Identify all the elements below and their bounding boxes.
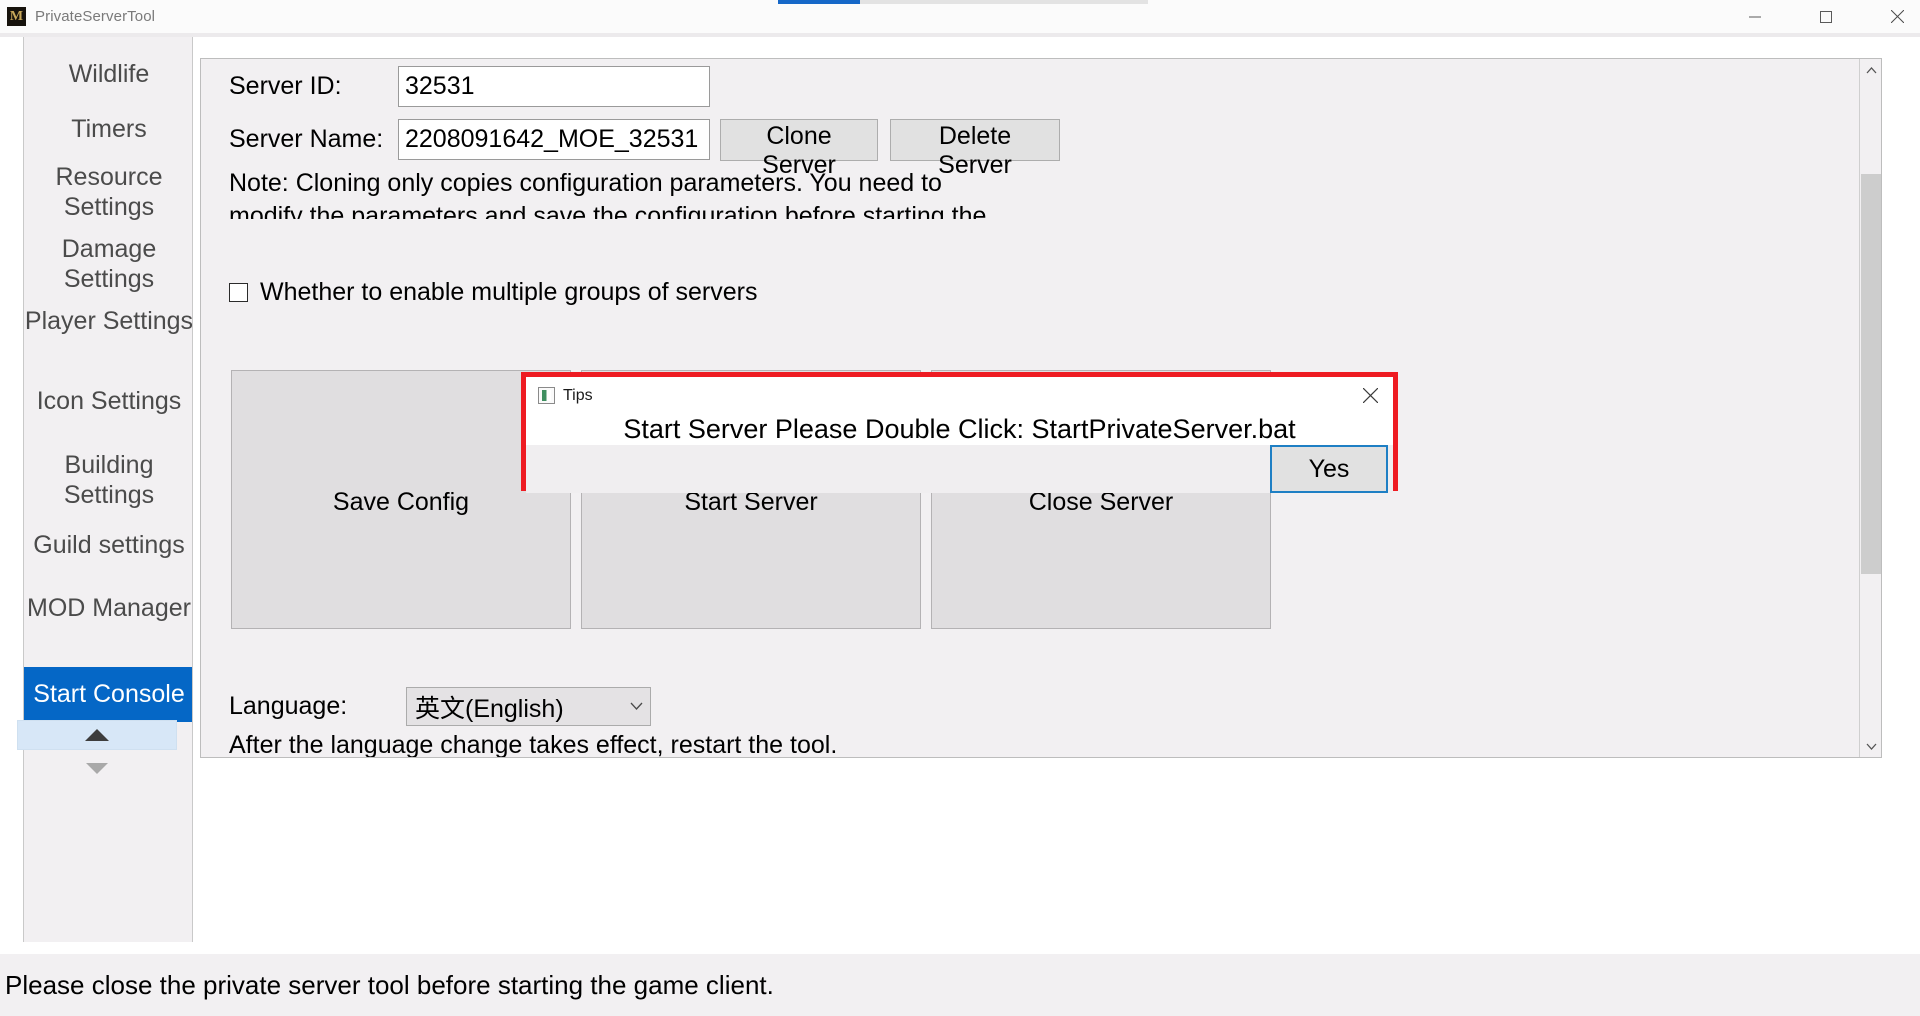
chevron-down-icon [622,698,650,715]
sidebar-scroll-down-button[interactable] [17,753,177,783]
dialog-message: Start Server Please Double Click: StartP… [623,414,1296,444]
multi-group-checkbox-label: Whether to enable multiple groups of ser… [260,278,758,306]
minimize-button[interactable] [1732,0,1778,33]
clone-server-button[interactable]: Clone Server [720,119,878,179]
sidebar-item-building-settings[interactable]: Building Settings [24,451,192,510]
tips-dialog-highlight-border: Tips Start Server Please Double Click: S… [521,372,1398,493]
language-selected-value: 英文(English) [415,694,564,723]
dialog-close-button[interactable] [1347,377,1393,414]
sidebar-item-label: Timers [71,115,147,143]
sidebar-item-label: Icon Settings [36,387,182,415]
delete-server-button[interactable]: Delete Server [890,119,1060,179]
close-window-button[interactable] [1874,0,1920,33]
content-vertical-scrollbar[interactable] [1859,59,1881,757]
triangle-up-icon [85,729,109,741]
sidebar-item-label: MOD Manager [27,594,191,622]
status-bar: Please close the private server tool bef… [0,954,1920,1016]
chevron-down-icon [1866,743,1876,750]
chevron-up-icon [1866,66,1876,73]
sidebar-scroll-up-button[interactable] [17,720,177,750]
dialog-title: Tips [563,386,593,404]
scrollbar-down-button[interactable] [1860,735,1881,757]
triangle-down-icon [86,762,108,774]
multi-group-checkbox-row[interactable]: Whether to enable multiple groups of ser… [229,278,757,307]
sidebar-nav: Wildlife Timers Resource Settings Damage… [23,37,193,942]
scrollbar-up-button[interactable] [1860,59,1881,81]
sidebar-item-resource-settings[interactable]: Resource Settings [24,163,192,222]
sidebar-item-label: Wildlife [68,60,150,88]
multi-group-checkbox[interactable] [229,283,248,302]
sidebar-item-label: Building Settings [63,451,155,509]
language-label: Language: [229,692,348,720]
window-title: PrivateServerTool [35,8,156,25]
sidebar-item-wildlife[interactable]: Wildlife [24,60,192,90]
app-logo-icon: M [7,7,26,26]
dialog-app-icon [538,387,555,404]
sidebar-item-start-console[interactable]: Start Console [24,667,192,722]
sidebar-item-label: Player Settings [24,307,193,335]
server-name-label: Server Name: [229,125,384,153]
language-hint-text: After the language change takes effect, … [229,731,838,757]
sidebar-item-guild-settings[interactable]: Guild settings [24,531,192,561]
dialog-footer: Yes [526,445,1393,493]
server-id-label: Server ID: [229,72,342,100]
server-id-input[interactable] [398,66,710,107]
titlebar-separator [0,33,1920,37]
maximize-button[interactable] [1803,0,1849,33]
sidebar-item-label: Damage Settings [61,235,157,293]
active-tab-indicator [778,0,860,4]
dialog-yes-button[interactable]: Yes [1270,445,1388,493]
sidebar-item-mod-manager[interactable]: MOD Manager [24,594,192,624]
sidebar-item-damage-settings[interactable]: Damage Settings [24,235,192,294]
close-icon [1362,388,1378,403]
scrollbar-thumb[interactable] [1861,174,1881,574]
tips-dialog: Tips Start Server Please Double Click: S… [526,377,1393,493]
dialog-body: Start Server Please Double Click: StartP… [526,414,1393,445]
maximize-icon [1820,10,1832,23]
save-config-button[interactable]: Save Config [231,370,571,629]
sidebar-item-label: Guild settings [33,531,185,559]
sidebar-item-player-settings[interactable]: Player Settings [24,307,193,337]
sidebar-item-label: Resource Settings [55,163,163,221]
minimize-icon [1749,16,1761,17]
save-config-label: Save Config [332,488,470,516]
status-bar-text: Please close the private server tool bef… [5,969,774,1000]
clone-note-text: Note: Cloning only copies configuration … [229,169,987,219]
server-name-input[interactable] [398,119,710,160]
window-titlebar: M PrivateServerTool [0,0,1920,33]
sidebar-item-timers[interactable]: Timers [24,115,192,145]
dialog-titlebar: Tips [526,377,1393,414]
sidebar-item-icon-settings[interactable]: Icon Settings [24,387,192,417]
sidebar-item-label: Start Console [33,680,185,708]
language-select[interactable]: 英文(English) [406,687,651,726]
close-icon [1890,10,1904,23]
